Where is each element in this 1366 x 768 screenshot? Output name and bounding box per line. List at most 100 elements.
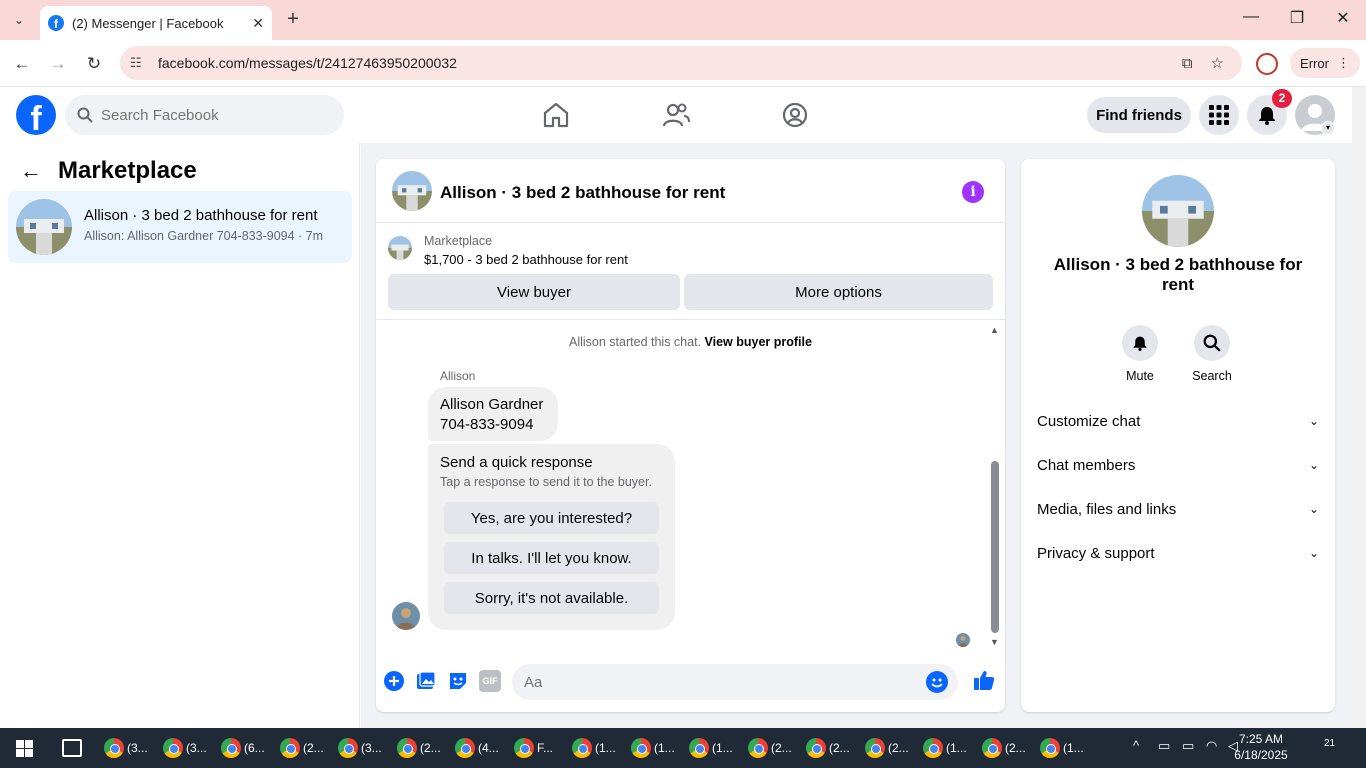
taskbar-browser-window[interactable]: (3... xyxy=(163,734,207,762)
groups-icon[interactable] xyxy=(779,99,811,131)
taskbar-clock[interactable]: 7:25 AM 6/18/2025 xyxy=(1226,731,1296,763)
customize-chat-row[interactable]: Customize chat ⌄ xyxy=(1037,399,1319,443)
reload-icon[interactable]: ↻ xyxy=(82,52,106,76)
tab-search-chevron-icon[interactable]: ⌄ xyxy=(8,9,30,31)
mute-button[interactable] xyxy=(1122,325,1158,361)
url-bar[interactable]: ☷ facebook.com/messages/t/24127463950200… xyxy=(120,46,1242,80)
thumbs-up-icon[interactable] xyxy=(972,668,996,692)
facebook-favicon-icon: f xyxy=(48,15,64,31)
chat-header-thumbnail[interactable] xyxy=(392,171,432,211)
taskbar-browser-window[interactable]: (1... xyxy=(689,734,733,762)
taskbar-browser-window[interactable]: (2... xyxy=(982,734,1026,762)
facebook-search[interactable] xyxy=(65,95,344,135)
taskbar-browser-window[interactable]: F... xyxy=(514,734,553,762)
scroll-thumb[interactable] xyxy=(991,461,999,633)
emoji-icon[interactable] xyxy=(926,671,948,693)
taskbar-browser-window[interactable]: (2... xyxy=(748,734,792,762)
back-arrow-icon[interactable]: ← xyxy=(20,158,42,184)
message-bubble[interactable]: Allison Gardner 704-833-9094 xyxy=(428,387,558,441)
taskbar-window-label: (4... xyxy=(478,741,499,755)
facebook-logo-icon[interactable]: f xyxy=(16,95,56,135)
taskbar-window-label: (1... xyxy=(946,741,967,755)
gif-icon[interactable]: GIF xyxy=(479,670,501,692)
conversation-item[interactable]: Allison · 3 bed 2 bathhouse for rent All… xyxy=(8,191,352,263)
window-close-icon[interactable]: ✕ xyxy=(1320,8,1366,28)
meet-icon[interactable]: ▭ xyxy=(1158,738,1170,754)
taskbar-browser-window[interactable]: (1... xyxy=(1040,734,1084,762)
seen-indicator-avatar xyxy=(956,633,970,647)
forward-icon[interactable]: → xyxy=(46,52,70,76)
browser-tab[interactable]: f (2) Messenger | Facebook ✕ xyxy=(40,6,272,40)
bookmark-star-icon[interactable]: ☆ xyxy=(1211,54,1224,72)
taskbar-browser-window[interactable]: (6... xyxy=(221,734,265,762)
search-input[interactable] xyxy=(101,106,331,124)
taskbar-window-label: (1... xyxy=(654,741,675,755)
taskbar-browser-window[interactable]: (1... xyxy=(572,734,616,762)
install-app-icon[interactable]: ⧉ xyxy=(1182,55,1193,72)
more-options-button[interactable]: More options xyxy=(684,274,993,310)
taskbar-browser-window[interactable]: (2... xyxy=(865,734,909,762)
taskbar-browser-window[interactable]: (2... xyxy=(397,734,441,762)
account-chevron-icon[interactable]: ▾ xyxy=(1321,121,1335,135)
chat-header-name[interactable]: Allison · 3 bed 2 bathhouse for rent xyxy=(440,183,725,203)
notification-center-icon[interactable]: 21 xyxy=(1324,738,1348,758)
privacy-support-row[interactable]: Privacy & support ⌄ xyxy=(1037,531,1319,575)
quick-response-unavailable[interactable]: Sorry, it's not available. xyxy=(444,582,659,614)
message-input-box[interactable] xyxy=(512,664,958,700)
taskbar-browser-window[interactable]: (2... xyxy=(280,734,324,762)
conversation-info-icon[interactable]: i xyxy=(962,181,984,203)
sidebar-title: Marketplace xyxy=(58,157,197,184)
quick-response-talks[interactable]: In talks. I'll let you know. xyxy=(444,542,659,574)
message-input[interactable] xyxy=(524,673,904,691)
taskbar-browser-window[interactable]: (1... xyxy=(631,734,675,762)
view-buyer-button[interactable]: View buyer xyxy=(388,274,680,310)
new-tab-icon[interactable]: + xyxy=(283,9,303,29)
taskbar-browser-window[interactable]: (3... xyxy=(338,734,382,762)
scroll-up-icon[interactable]: ▲ xyxy=(990,325,999,335)
taskbar-window-label: (2... xyxy=(771,741,792,755)
find-friends-button[interactable]: Find friends xyxy=(1087,97,1191,133)
windows-start-icon[interactable] xyxy=(16,740,33,757)
listing-title[interactable]: $1,700 - 3 bed 2 bathhouse for rent xyxy=(424,252,628,267)
tab-close-icon[interactable]: ✕ xyxy=(252,15,264,32)
chrome-icon xyxy=(455,738,475,758)
plus-circle-icon[interactable] xyxy=(383,670,405,692)
scroll-down-icon[interactable]: ▼ xyxy=(990,637,999,647)
profile-icon[interactable] xyxy=(1256,53,1278,75)
url-text[interactable]: facebook.com/messages/t/2412746395020003… xyxy=(158,55,1182,71)
windows-taskbar: (3... (3... (6... (2... (3... (2... (4... F... (… xyxy=(0,728,1366,768)
search-conversation-button[interactable] xyxy=(1194,325,1230,361)
photo-icon[interactable] xyxy=(415,670,437,692)
wifi-icon[interactable]: ◠ xyxy=(1206,738,1217,754)
site-info-icon[interactable]: ☷ xyxy=(130,55,148,71)
chat-members-row[interactable]: Chat members ⌄ xyxy=(1037,443,1319,487)
tray-chevron-icon[interactable]: ^ xyxy=(1133,738,1139,753)
sticker-icon[interactable] xyxy=(447,670,469,692)
page-scrollbar[interactable] xyxy=(1352,87,1366,728)
taskbar-browser-window[interactable]: (2... xyxy=(806,734,850,762)
minimize-icon[interactable]: — xyxy=(1228,8,1274,26)
error-button[interactable]: Error ⋮ xyxy=(1290,48,1360,78)
quick-response-yes[interactable]: Yes, are you interested? xyxy=(444,502,659,534)
battery-icon[interactable]: ▭ xyxy=(1182,738,1194,754)
view-buyer-profile-link[interactable]: View buyer profile xyxy=(705,335,812,349)
back-icon[interactable]: ← xyxy=(10,52,34,76)
sender-avatar[interactable] xyxy=(392,602,420,630)
search-action[interactable]: Search xyxy=(1182,325,1242,383)
menu-grid-button[interactable] xyxy=(1199,95,1239,135)
chrome-icon xyxy=(221,738,241,758)
task-view-icon[interactable] xyxy=(62,739,82,757)
restore-icon[interactable]: ❐ xyxy=(1274,8,1320,28)
media-files-row[interactable]: Media, files and links ⌄ xyxy=(1037,487,1319,531)
home-icon[interactable] xyxy=(540,99,572,131)
clock-date: 6/18/2025 xyxy=(1234,748,1288,762)
message-composer: GIF xyxy=(376,656,1005,712)
chat-scrollbar[interactable]: ▲ ▼ xyxy=(988,321,1002,651)
taskbar-browser-window[interactable]: (1... xyxy=(923,734,967,762)
taskbar-browser-window[interactable]: (4... xyxy=(455,734,499,762)
taskbar-browser-window[interactable]: (3... xyxy=(104,734,148,762)
chrome-icon xyxy=(514,738,534,758)
mute-action[interactable]: Mute xyxy=(1110,325,1170,383)
friends-icon[interactable] xyxy=(660,99,692,131)
message-line: Allison Gardner xyxy=(440,396,544,413)
